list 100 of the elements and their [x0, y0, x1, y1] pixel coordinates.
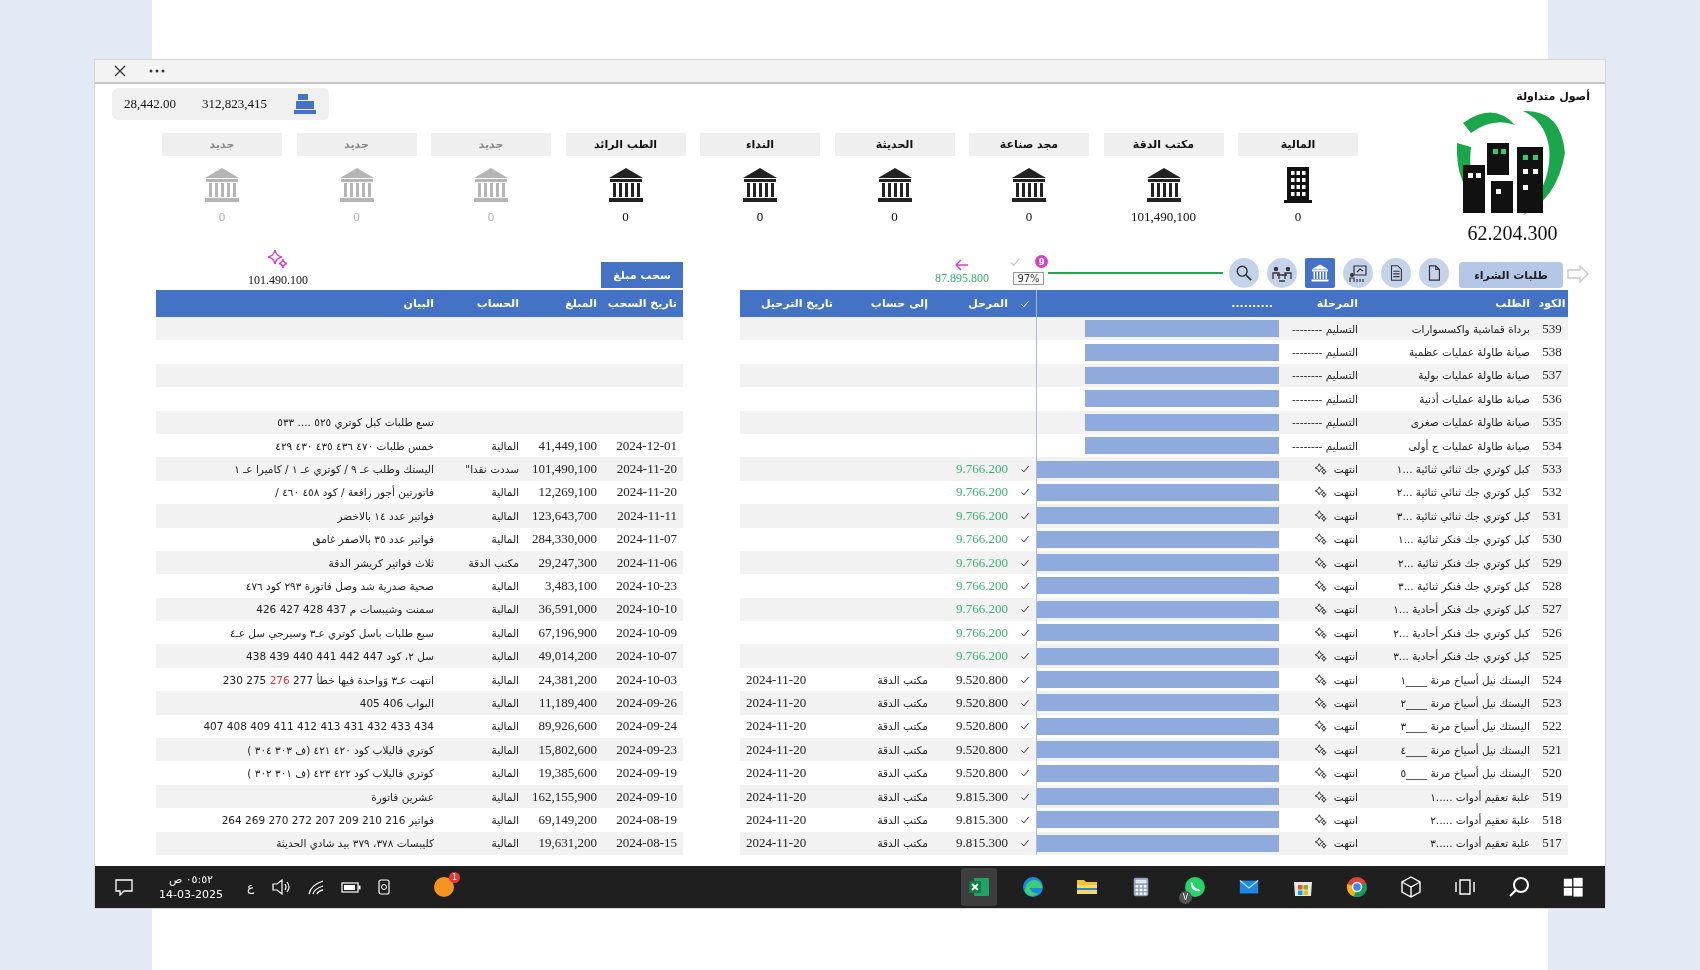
table-cell-text: 2024-11-20 [745, 740, 808, 759]
table-cell-text: مكتب الدقة [876, 789, 929, 805]
total-value: 62.204.300 [1467, 223, 1558, 243]
table-cell-text: 9.520.800 [955, 764, 1009, 783]
table-cell-text: التسليم -------- [1291, 368, 1359, 384]
table-cell-text: 9.520.800 [955, 717, 1009, 736]
table-cell-text: 2024-11-20 [615, 483, 678, 502]
table-cell: انتهت [1279, 831, 1364, 855]
table-cell-text: 523 [1541, 693, 1563, 712]
table-cell-text: 9.520.800 [955, 693, 1009, 712]
table-cell-text: المالية [490, 602, 520, 618]
table-cell-text: 101,490,100 [531, 460, 598, 479]
table-cell-text: 2024-12-01 [615, 436, 678, 455]
column-header: البيان [402, 296, 435, 312]
table-cell-text: 537 [1541, 366, 1563, 385]
account-value: 0 [1294, 209, 1302, 225]
taskbar-time: ٠٥:٥٢ ص [168, 873, 214, 886]
table-cell-text: 9.520.800 [955, 740, 1009, 759]
browser-icon [1345, 875, 1369, 899]
presentation-button[interactable] [1343, 258, 1373, 288]
withdraw-button[interactable]: سحب مبلغ [601, 262, 683, 288]
table-cell-text: 2024-08-19 [615, 810, 678, 829]
table-cell: انتهت [1279, 691, 1364, 715]
table-cell-text: صيانة طاولة عمليات ج أولى [1407, 438, 1531, 455]
purchase-orders-button[interactable]: طلبات الشراء [1459, 262, 1563, 288]
table-cell-text: 12,269,100 [537, 483, 598, 502]
table-cell-text: التسليم -------- [1291, 438, 1359, 455]
account-label: النداء [700, 133, 820, 156]
table-cell-text: كبل كوتري جك فنكر أحادية ...٣ [1392, 648, 1531, 665]
table-cell-text: 2024-10-03 [615, 670, 678, 689]
table-cell-text: صيانة طاولة عمليات عظمية [1407, 345, 1531, 361]
table-cell-text: فواتير 216 210 209 207 272 270 269 264 [220, 812, 435, 829]
summary-value: 28,442.00 [124, 96, 176, 112]
account-value: 0 [487, 209, 495, 225]
table-cell-text: 528 [1541, 577, 1563, 595]
spreadsheet-app-button[interactable] [961, 868, 997, 906]
table-cell-text: كبل كوتري جك فنكر ثنائية ...٢ [1397, 555, 1531, 572]
account-value: 0 [756, 209, 764, 225]
account-value: 101,490,100 [1131, 209, 1196, 225]
table-cell-text: مكتب الدقة [876, 812, 929, 828]
table-cell-text: كبل كوتري جك ثنائي ثنائية ...٢ [1395, 485, 1531, 501]
table-cell-text: صحية صدرية شد وصل فاتورة ٢٩٣ كود ٤٧٦ [244, 579, 435, 595]
table-cell-text: 2024-11-07 [615, 530, 678, 549]
report-button[interactable] [1381, 258, 1411, 288]
count-badge: 9 [1035, 255, 1048, 268]
table-cell-text: 2024-11-20 [745, 787, 808, 806]
meeting-button[interactable] [1267, 258, 1297, 288]
language-indicator[interactable]: ع [246, 880, 255, 894]
document-button[interactable] [1419, 258, 1449, 288]
close-button[interactable] [113, 64, 127, 78]
table-cell-text: 2024-10-23 [615, 577, 678, 595]
table-cell-text: 49,014,200 [537, 647, 598, 666]
table-cell-text: 536 [1541, 389, 1563, 408]
presentation-icon [1348, 263, 1368, 283]
table-cell: انتهت [1279, 784, 1364, 809]
table-cell-text: مكتب الدقة [876, 742, 929, 758]
column-header: إلى حساب [869, 296, 929, 312]
account-label: جديد [162, 133, 282, 156]
browser-icon [1021, 875, 1045, 899]
search-button[interactable] [1229, 258, 1259, 288]
table-cell: انتهت [1279, 621, 1364, 645]
chat-app-button[interactable]: V [1177, 868, 1213, 906]
account-value: 0 [891, 209, 898, 225]
taskbar-date: 14-03-2025 [159, 888, 223, 901]
wifi-icon [307, 879, 326, 895]
table-cell-text: اليستك وطلب عـ ٩ / كوتري عـ ١ / كاميرا عـ ١ [233, 462, 435, 478]
table-cell-text: 2024-09-10 [615, 787, 678, 806]
table-cell-text: سل ٢، كود 447 442 441 440 439 438 [245, 649, 435, 665]
bank-button[interactable] [1305, 258, 1335, 288]
table-cell-text: المالية [490, 836, 520, 852]
table-cell-text: 9.815.300 [955, 834, 1009, 853]
table-cell-text: 162,155,900 [531, 787, 598, 806]
carried-amount: 87.895.800 [935, 271, 989, 286]
table-cell-text: التسليم -------- [1291, 345, 1359, 361]
more-button[interactable] [149, 69, 165, 73]
table-cell-text: المالية [490, 695, 520, 711]
table-cell-text: المالية [490, 742, 520, 758]
table-cell-text: كوتري فاليلاب كود ٤٢٢ ٤٢٣ (ف ٣٠١ ٣٠٢ ) [246, 766, 435, 782]
table-cell-text: 9.766.200 [955, 647, 1009, 666]
table-cell-text: 2024-09-24 [615, 717, 678, 736]
table-cell-text: 9.815.300 [955, 810, 1009, 829]
table-cell-text: صيانة طاولة عمليات صغرى [1409, 415, 1531, 431]
table-cell-text: 9.520.800 [955, 670, 1009, 689]
table-cell-text: سبع طلبات باسل كوتري عـ٣ وسيرجي سل عـ٤ [228, 625, 435, 642]
account-label: جديد [296, 133, 417, 156]
volume-icon [271, 879, 292, 895]
column-header: المرحل [967, 296, 1009, 312]
table-cell-text: 534 [1541, 436, 1563, 455]
app-button[interactable]: 1 [430, 870, 459, 904]
table-cell-text: 2024-11-11 [616, 506, 678, 525]
column-header: الحساب [475, 296, 520, 312]
account-value: 0 [1025, 209, 1033, 225]
table-cell-text: 530 [1541, 530, 1563, 549]
table-cell-text: كبل كوتري جك فنكر أحادية ...٢ [1392, 625, 1531, 642]
close-icon [113, 64, 127, 78]
table-cell-text: كبل كوتري جك ثنائي ثنائية ...١ [1395, 462, 1531, 478]
battery-icon [341, 881, 362, 893]
sparkle-icon [266, 247, 290, 271]
table-cell-text: اليستك نيل أسياخ مرنة ____٢ [1399, 695, 1531, 712]
table-cell-text: 67,196,900 [537, 623, 598, 642]
